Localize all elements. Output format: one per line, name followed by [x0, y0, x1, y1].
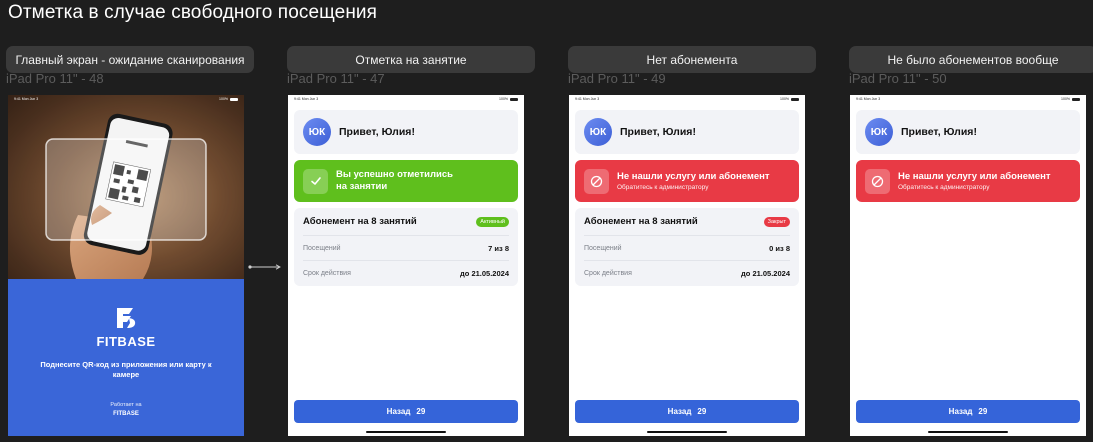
status-time: 9:41	[575, 97, 582, 101]
fitbase-logo-icon	[117, 308, 136, 328]
status-time: 9:41	[294, 97, 301, 101]
status-time: 9:41	[14, 97, 21, 101]
status-date: Mon Jun 3	[863, 97, 881, 101]
greeting-text: Привет, Юлия!	[339, 126, 415, 138]
validity-label: Срок действия	[303, 269, 351, 277]
prohibited-icon	[584, 168, 609, 194]
home-indicator	[928, 431, 1008, 433]
powered-by-brand: FITBASE	[113, 411, 139, 417]
error-subtitle: Обратитесь к администратору	[617, 184, 709, 191]
status-date: Mon Jun 3	[582, 97, 600, 101]
scan-hint: Поднесите QR-код из приложения или карту…	[40, 360, 212, 379]
subscription-card: Абонемент на 8 занятий Закрыт Посещений …	[575, 208, 799, 286]
status-bar: 9:41 Mon Jun 3 100%	[850, 95, 1086, 103]
subscription-title: Абонемент на 8 занятий	[303, 216, 417, 227]
greeting-text: Привет, Юлия!	[901, 126, 977, 138]
error-title: Не нашли услугу или абонемент	[898, 171, 1051, 182]
scan-instructions-panel: FITBASE Поднесите QR-код из приложения и…	[8, 279, 244, 436]
battery-icon	[510, 97, 518, 101]
error-title: Не нашли услугу или абонемент	[617, 171, 770, 182]
brand-wordmark: FITBASE	[96, 334, 156, 349]
visits-value: 0 из 8	[769, 243, 790, 253]
avatar: ЮК	[865, 118, 893, 146]
error-banner: Не нашли услугу или абонемент Обратитесь…	[575, 160, 799, 202]
frame-name-main: iPad Pro 11" - 48	[6, 71, 104, 86]
check-icon	[303, 168, 328, 194]
back-button-label: Назад	[948, 407, 973, 416]
avatar: ЮК	[584, 118, 612, 146]
greeting-card: ЮК Привет, Юлия!	[856, 110, 1080, 154]
greeting-card: ЮК Привет, Юлия!	[575, 110, 799, 154]
back-countdown: 29	[978, 407, 988, 416]
visits-value: 7 из 8	[488, 243, 509, 253]
subscription-title: Абонемент на 8 занятий	[584, 216, 698, 227]
back-button-label: Назад	[386, 407, 411, 416]
validity-label: Срок действия	[584, 269, 632, 277]
frame-name-no-subscription: iPad Pro 11" - 49	[568, 71, 666, 86]
back-button[interactable]: Назад 29	[575, 400, 799, 423]
status-date: Mon Jun 3	[301, 97, 319, 101]
greeting-text: Привет, Юлия!	[620, 126, 696, 138]
battery-text: 100%	[219, 97, 228, 101]
visits-label: Посещений	[303, 244, 341, 252]
subscription-card: Абонемент на 8 занятий Активный Посещени…	[294, 208, 518, 286]
device-no-subscription: 9:41 Mon Jun 3 100% ЮК Привет, Юлия! Не …	[569, 95, 805, 436]
success-title: Вы успешно отметились на занятии	[336, 169, 453, 192]
status-bar: 9:41 Mon Jun 3 100%	[8, 95, 244, 103]
frame-name-checkin: iPad Pro 11" - 47	[287, 71, 385, 86]
frame-tag-main: Главный экран - ожидание сканирования	[6, 46, 254, 73]
device-main-screen: 9:41 Mon Jun 3 100% FITBASE Поднесите QR…	[8, 95, 244, 436]
device-checkin-success: 9:41 Mon Jun 3 100% ЮК Привет, Юлия! Вы …	[288, 95, 524, 436]
device-never-subscribed: 9:41 Mon Jun 3 100% ЮК Привет, Юлия! Не …	[850, 95, 1086, 436]
avatar: ЮК	[303, 118, 331, 146]
home-indicator	[647, 431, 727, 433]
back-button[interactable]: Назад 29	[856, 400, 1080, 423]
error-subtitle: Обратитесь к администратору	[898, 184, 990, 191]
status-bar: 9:41 Mon Jun 3 100%	[288, 95, 524, 103]
status-date: Mon Jun 3	[21, 97, 39, 101]
phone-with-qr-illustration	[8, 95, 244, 279]
frame-tag-checkin: Отметка на занятие	[287, 46, 535, 73]
home-indicator	[366, 431, 446, 433]
battery-text: 100%	[780, 97, 789, 101]
flow-arrow-icon	[248, 264, 281, 270]
back-button-label: Назад	[667, 407, 692, 416]
battery-text: 100%	[1061, 97, 1070, 101]
back-countdown: 29	[416, 407, 426, 416]
frame-name-never-subscribed: iPad Pro 11" - 50	[849, 71, 947, 86]
validity-value: до 21.05.2024	[460, 268, 509, 278]
visits-label: Посещений	[584, 244, 622, 252]
validity-value: до 21.05.2024	[741, 268, 790, 278]
camera-photo	[8, 95, 244, 279]
page-title: Отметка в случае свободного посещения	[8, 2, 378, 23]
frame-tag-never-subscribed: Не было абонементов вообще	[849, 46, 1093, 73]
status-time: 9:41	[856, 97, 863, 101]
error-banner: Не нашли услугу или абонемент Обратитесь…	[856, 160, 1080, 202]
status-badge: Активный	[476, 216, 509, 227]
battery-text: 100%	[499, 97, 508, 101]
battery-icon	[1072, 97, 1080, 101]
powered-by-label: Работает на	[110, 402, 142, 408]
greeting-card: ЮК Привет, Юлия!	[294, 110, 518, 154]
status-bar: 9:41 Mon Jun 3 100%	[569, 95, 805, 103]
back-button[interactable]: Назад 29	[294, 400, 518, 423]
battery-icon	[791, 97, 799, 101]
success-banner: Вы успешно отметились на занятии	[294, 160, 518, 202]
prohibited-icon	[865, 168, 890, 194]
frame-tag-no-subscription: Нет абонемента	[568, 46, 816, 73]
back-countdown: 29	[697, 407, 707, 416]
battery-icon	[230, 97, 238, 101]
status-badge: Закрыт	[763, 216, 790, 227]
